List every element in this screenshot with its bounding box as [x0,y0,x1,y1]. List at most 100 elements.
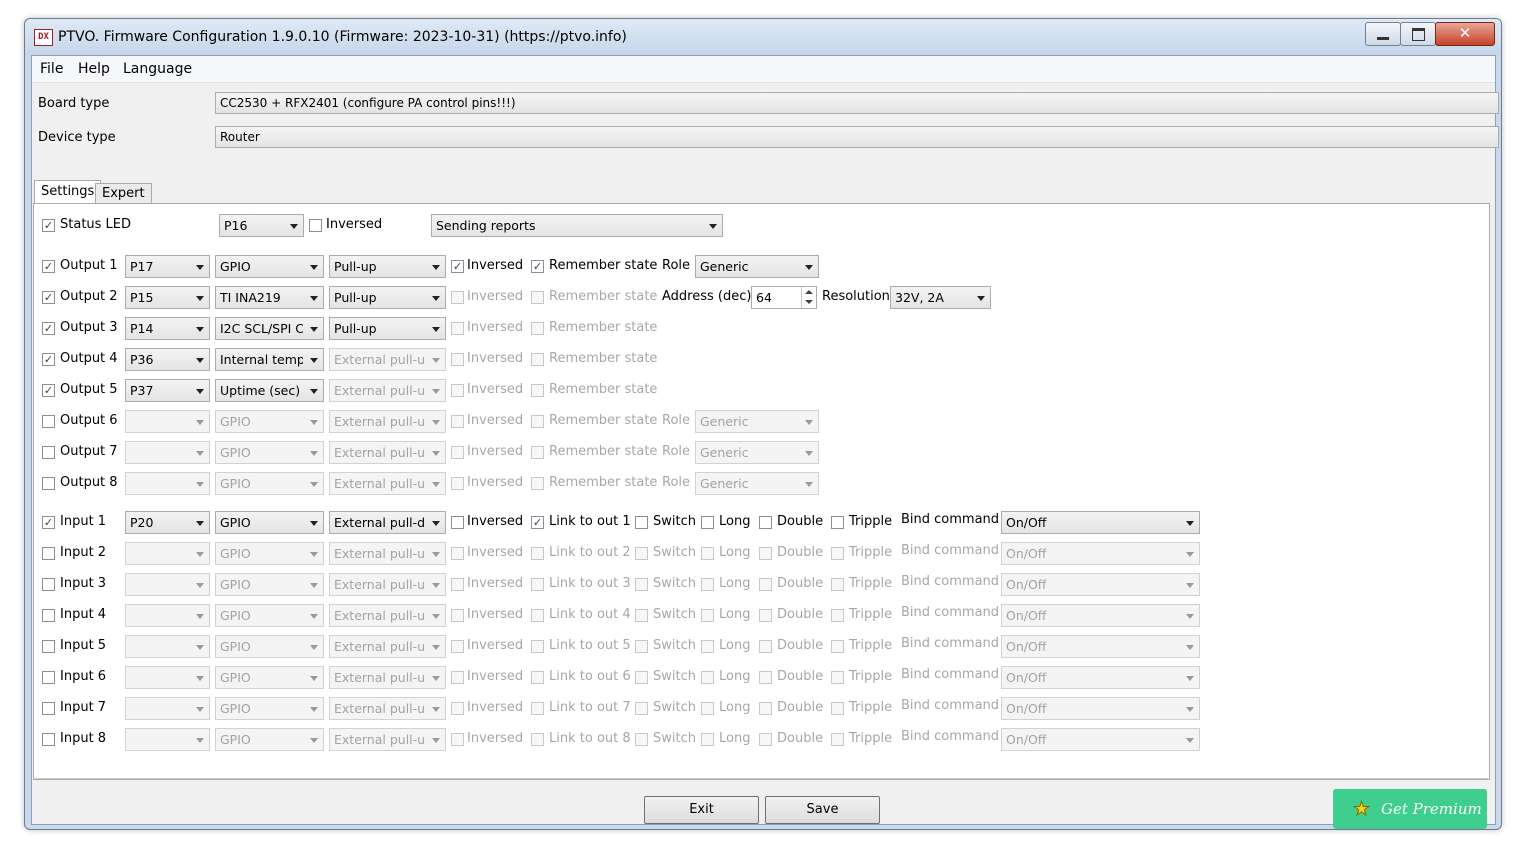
input-8-long-checkbox[interactable] [701,733,714,746]
input-4-inversed-checkbox[interactable] [451,609,464,622]
output-2-checkbox[interactable]: ✓ [42,291,55,304]
input-4-switch-checkbox[interactable] [635,609,648,622]
save-button[interactable]: Save [765,796,880,824]
input-4-long-checkbox[interactable] [701,609,714,622]
input-6-long-checkbox[interactable] [701,671,714,684]
input-3-checkbox[interactable] [42,578,55,591]
input-3-link-checkbox[interactable] [531,578,544,591]
input-3-type-select[interactable]: GPIO [215,573,324,596]
input-1-tripple-checkbox[interactable] [831,516,844,529]
input-3-pin-select[interactable] [125,573,210,596]
input-2-switch-checkbox[interactable] [635,547,648,560]
input-2-checkbox[interactable] [42,547,55,560]
input-1-link-checkbox[interactable]: ✓ [531,516,544,529]
input-6-switch-checkbox[interactable] [635,671,648,684]
output-8-pin-select[interactable] [125,472,210,495]
output-3-remember-checkbox[interactable] [531,322,544,335]
input-7-tripple-checkbox[interactable] [831,702,844,715]
output-3-pin-select[interactable]: P14 [125,317,210,340]
output-6-role-select[interactable]: Generic [695,410,819,433]
output-1-inversed-checkbox[interactable]: ✓ [451,260,464,273]
input-7-checkbox[interactable] [42,702,55,715]
close-button[interactable]: ✕ [1435,22,1495,46]
input-5-long-checkbox[interactable] [701,640,714,653]
output-1-pin-select[interactable]: P17 [125,255,210,278]
input-8-switch-checkbox[interactable] [635,733,648,746]
output-7-pin-select[interactable] [125,441,210,464]
output-7-checkbox[interactable] [42,446,55,459]
input-7-type-select[interactable]: GPIO [215,697,324,720]
output-5-inversed-checkbox[interactable] [451,384,464,397]
input-4-double-checkbox[interactable] [759,609,772,622]
input-4-link-checkbox[interactable] [531,609,544,622]
input-6-pull-select[interactable]: External pull-up [329,666,446,689]
input-6-checkbox[interactable] [42,671,55,684]
input-8-pull-select[interactable]: External pull-up [329,728,446,751]
output-7-pull-select[interactable]: External pull-up [329,441,446,464]
input-7-pin-select[interactable] [125,697,210,720]
device-type-select[interactable]: Router [215,126,1499,148]
input-6-double-checkbox[interactable] [759,671,772,684]
output-4-pin-select[interactable]: P36 [125,348,210,371]
input-1-bind-command-select[interactable]: On/Off [1001,511,1200,534]
output-5-remember-checkbox[interactable] [531,384,544,397]
input-5-link-checkbox[interactable] [531,640,544,653]
spinner-buttons[interactable] [801,287,816,308]
output-2-resolution-select[interactable]: 32V, 2A [890,286,991,309]
output-2-inversed-checkbox[interactable] [451,291,464,304]
input-7-link-checkbox[interactable] [531,702,544,715]
tab-expert[interactable]: Expert [95,183,152,205]
input-7-inversed-checkbox[interactable] [451,702,464,715]
input-6-link-checkbox[interactable] [531,671,544,684]
input-4-checkbox[interactable] [42,609,55,622]
input-2-double-checkbox[interactable] [759,547,772,560]
output-1-role-select[interactable]: Generic [695,255,819,278]
menu-language[interactable]: Language [123,61,192,77]
output-8-role-select[interactable]: Generic [695,472,819,495]
output-3-type-select[interactable]: I2C SCL/SPI C [215,317,324,340]
input-6-type-select[interactable]: GPIO [215,666,324,689]
output-6-pull-select[interactable]: External pull-up [329,410,446,433]
input-5-double-checkbox[interactable] [759,640,772,653]
output-1-type-select[interactable]: GPIO [215,255,324,278]
output-1-remember-checkbox[interactable]: ✓ [531,260,544,273]
minimize-button[interactable] [1365,22,1401,46]
exit-button[interactable]: Exit [644,796,759,824]
input-8-pin-select[interactable] [125,728,210,751]
get-premium-button[interactable]: ★ Get Premium [1333,789,1487,829]
input-8-double-checkbox[interactable] [759,733,772,746]
output-3-pull-select[interactable]: Pull-up [329,317,446,340]
output-4-type-select[interactable]: Internal tempe [215,348,324,371]
input-4-type-select[interactable]: GPIO [215,604,324,627]
input-3-tripple-checkbox[interactable] [831,578,844,591]
input-2-inversed-checkbox[interactable] [451,547,464,560]
input-7-long-checkbox[interactable] [701,702,714,715]
tab-settings[interactable]: Settings [34,180,102,204]
input-5-pin-select[interactable] [125,635,210,658]
output-4-checkbox[interactable]: ✓ [42,353,55,366]
input-2-bind-command-select[interactable]: On/Off [1001,542,1200,565]
output-6-pin-select[interactable] [125,410,210,433]
output-5-pin-select[interactable]: P37 [125,379,210,402]
input-5-tripple-checkbox[interactable] [831,640,844,653]
input-5-pull-select[interactable]: External pull-up [329,635,446,658]
output-2-remember-checkbox[interactable] [531,291,544,304]
input-1-pull-select[interactable]: External pull-down [329,511,446,534]
input-8-type-select[interactable]: GPIO [215,728,324,751]
input-3-inversed-checkbox[interactable] [451,578,464,591]
output-2-pull-select[interactable]: Pull-up [329,286,446,309]
input-4-pull-select[interactable]: External pull-up [329,604,446,627]
input-2-pin-select[interactable] [125,542,210,565]
output-4-inversed-checkbox[interactable] [451,353,464,366]
input-5-bind-command-select[interactable]: On/Off [1001,635,1200,658]
input-4-pin-select[interactable] [125,604,210,627]
output-8-inversed-checkbox[interactable] [451,477,464,490]
output-4-pull-select[interactable]: External pull-up [329,348,446,371]
input-2-type-select[interactable]: GPIO [215,542,324,565]
input-8-bind-command-select[interactable]: On/Off [1001,728,1200,751]
input-1-long-checkbox[interactable] [701,516,714,529]
input-8-tripple-checkbox[interactable] [831,733,844,746]
input-6-inversed-checkbox[interactable] [451,671,464,684]
input-2-long-checkbox[interactable] [701,547,714,560]
input-1-type-select[interactable]: GPIO [215,511,324,534]
